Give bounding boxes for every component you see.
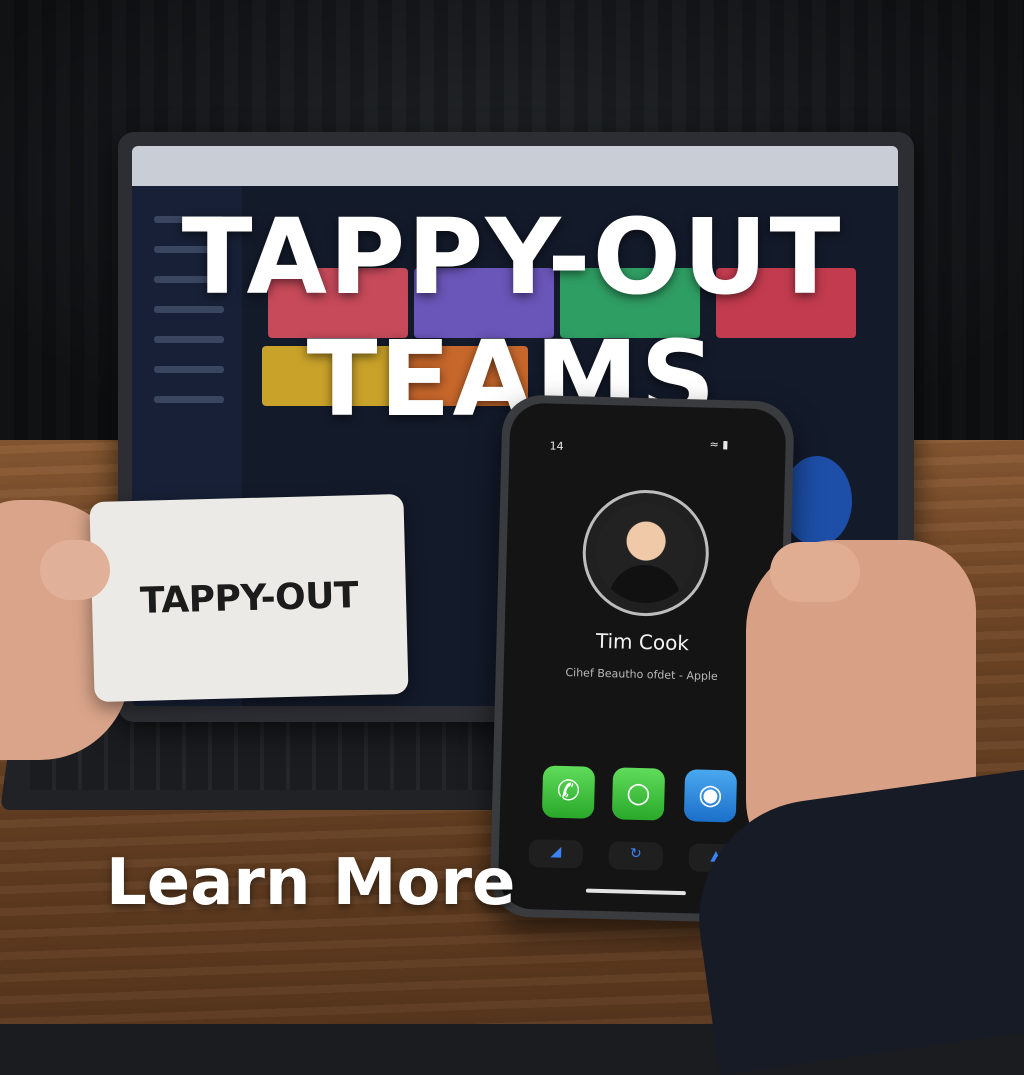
message-app-button[interactable]: ○ bbox=[611, 767, 666, 821]
dock-button-2[interactable]: ↻ bbox=[608, 841, 664, 871]
status-icons: ≈ ▮ bbox=[709, 438, 728, 451]
headline: TAPPY-OUT TEAMS bbox=[0, 196, 1024, 440]
phone-icon: ✆ bbox=[556, 773, 581, 808]
right-finger bbox=[770, 542, 860, 602]
contact-title: Cihef Beautho ofdet - Apple bbox=[565, 666, 718, 683]
dock-button-1[interactable]: ◢ bbox=[528, 839, 584, 869]
avatar-body bbox=[608, 564, 682, 605]
status-time: 14 bbox=[549, 439, 564, 453]
nfc-card: TAPPY-OUT bbox=[89, 493, 409, 703]
avatar-ring bbox=[581, 488, 711, 618]
phone-app-button[interactable]: ✆ bbox=[541, 765, 596, 819]
avatar bbox=[594, 501, 698, 605]
web-app-button[interactable]: ◉ bbox=[683, 769, 738, 823]
learn-more-button[interactable]: Learn More bbox=[106, 846, 515, 920]
home-indicator bbox=[585, 888, 686, 896]
headline-line-1: TAPPY-OUT bbox=[181, 196, 843, 318]
globe-icon: ◉ bbox=[697, 777, 724, 812]
contact-name: Tim Cook bbox=[595, 628, 690, 656]
battery-icon: ▮ bbox=[722, 438, 729, 452]
triangle-icon: ◢ bbox=[550, 843, 562, 860]
left-thumb bbox=[40, 540, 110, 600]
wifi-icon: ≈ bbox=[709, 437, 720, 451]
refresh-icon: ↻ bbox=[629, 845, 642, 863]
message-icon: ○ bbox=[625, 775, 652, 810]
browser-bar bbox=[132, 146, 898, 186]
card-brand: TAPPY-OUT bbox=[139, 575, 359, 622]
